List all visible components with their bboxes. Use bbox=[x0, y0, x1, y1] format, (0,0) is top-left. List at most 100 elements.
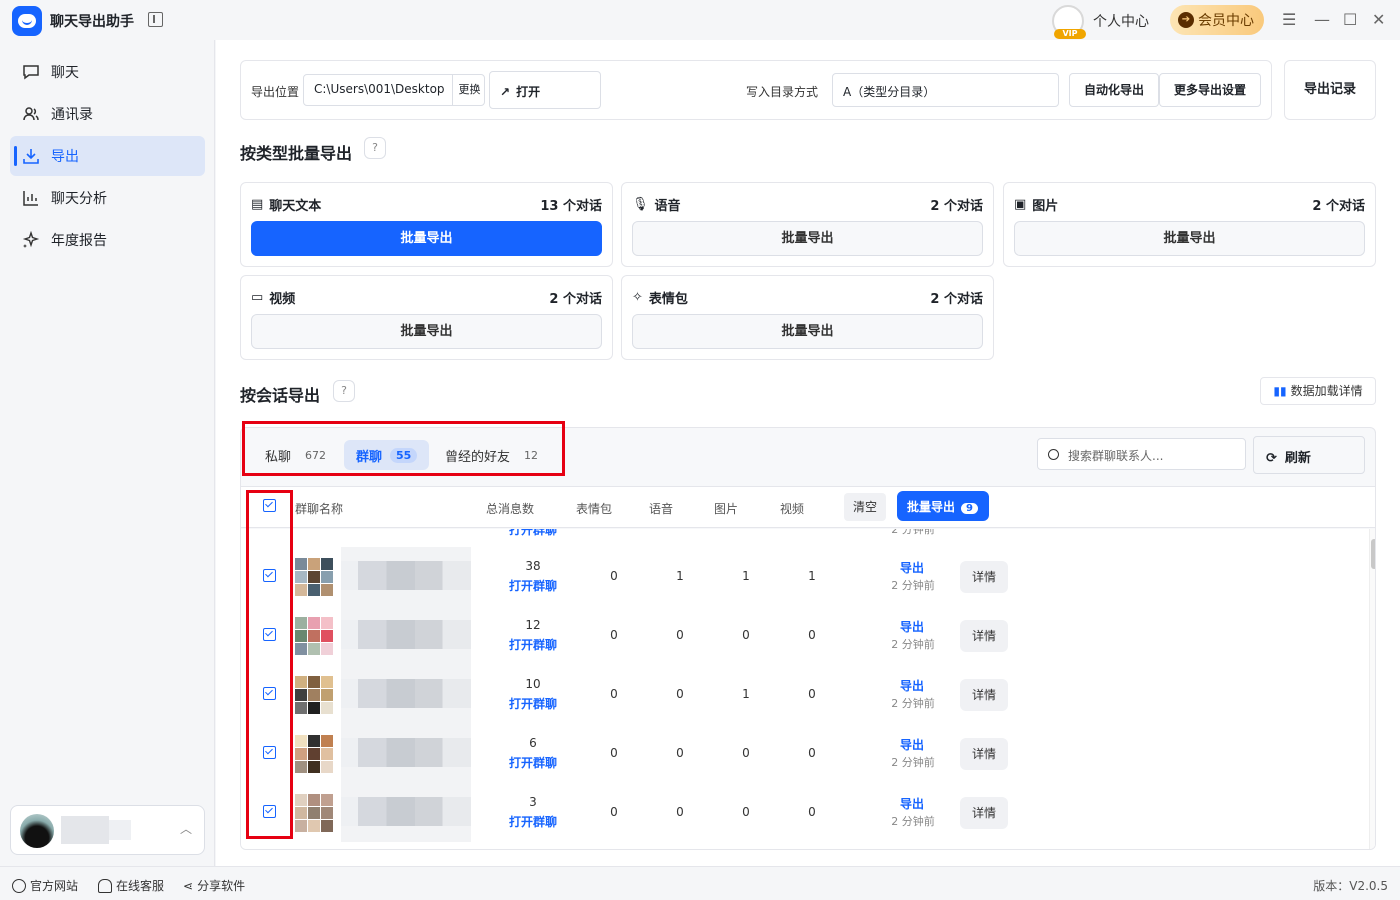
open-group-link[interactable]: 打开群聊 bbox=[493, 577, 573, 594]
personal-center-link[interactable]: 个人中心 bbox=[1093, 11, 1149, 31]
export-link[interactable]: 导出 bbox=[891, 677, 933, 694]
member-center-label: 会员中心 bbox=[1198, 13, 1254, 29]
detail-button[interactable]: 详情 bbox=[960, 738, 1008, 770]
table-row[interactable]: 10 打开群聊 0 0 1 0 导出 2 分钟前 详情 bbox=[241, 665, 1369, 724]
sidebar-collapse-icon[interactable] bbox=[148, 12, 163, 27]
open-group-link[interactable]: 打开群聊 bbox=[493, 636, 573, 653]
sidebar-item-analysis[interactable]: 聊天分析 bbox=[10, 178, 205, 218]
table-row[interactable]: 3 打开群聊 0 0 0 0 导出 2 分钟前 详情 bbox=[241, 783, 1369, 842]
column-header-total: 总消息数 bbox=[486, 502, 535, 516]
sparkle-icon bbox=[22, 230, 40, 249]
open-folder-button[interactable]: ↗ 打开 bbox=[489, 71, 601, 109]
detail-button[interactable]: 详情 bbox=[960, 797, 1008, 829]
group-avatar bbox=[295, 617, 333, 655]
scrollbar-thumb[interactable] bbox=[1371, 539, 1375, 569]
export-link[interactable]: 导出 bbox=[891, 618, 933, 635]
export-location-label: 导出位置 bbox=[251, 85, 300, 99]
group-avatar bbox=[295, 558, 333, 596]
sidebar-item-label: 导出 bbox=[51, 149, 79, 165]
support-label: 在线客服 bbox=[116, 879, 165, 893]
batch-export-image-button[interactable]: 批量导出 bbox=[1014, 221, 1365, 256]
clear-selection-button[interactable]: 清空 bbox=[844, 493, 886, 521]
blurred-username bbox=[109, 820, 131, 840]
sidebar-item-annual-report[interactable]: 年度报告 bbox=[10, 220, 205, 260]
close-icon[interactable]: ✕ bbox=[1372, 10, 1385, 29]
open-group-link[interactable]: 打开群聊 bbox=[493, 754, 573, 771]
table-row[interactable]: 6 打开群聊 0 0 0 0 导出 2 分钟前 详情 bbox=[241, 724, 1369, 783]
minimize-icon[interactable]: — bbox=[1314, 10, 1330, 29]
export-icon bbox=[22, 147, 40, 165]
group-chat-list: 打开群聊 2 分钟前 38 打开群聊 0 1 1 1 导出 2 分钟前 详情 1… bbox=[241, 529, 1375, 849]
video-count: 0 bbox=[808, 687, 816, 701]
export-link[interactable]: 导出 bbox=[891, 795, 933, 812]
bulk-export-button[interactable]: 批量导出 9 bbox=[897, 491, 989, 521]
sidebar-item-contacts[interactable]: 通讯录 bbox=[10, 94, 205, 134]
image-count: 1 bbox=[742, 569, 750, 583]
batch-export-emoji-button[interactable]: 批量导出 bbox=[632, 314, 983, 349]
user-profile-card[interactable]: ︿ bbox=[10, 805, 205, 855]
external-link-icon: ↗ bbox=[500, 85, 511, 99]
vertical-scrollbar[interactable] bbox=[1369, 529, 1375, 849]
search-input[interactable]: 搜索群聊联系人... bbox=[1037, 438, 1246, 470]
column-header-emoji: 表情包 bbox=[576, 502, 613, 516]
member-center-button[interactable]: ➔ 会员中心 bbox=[1170, 5, 1264, 35]
share-label: 分享软件 bbox=[197, 879, 246, 893]
session-panel: 私聊 672 群聊 55 曾经的好友 12 搜索群聊联系人... ⟳ 刷新 群聊名称 总… bbox=[240, 427, 1376, 850]
help-icon[interactable]: ? bbox=[364, 137, 386, 159]
export-time: 2 分钟前 bbox=[891, 815, 935, 828]
open-group-link[interactable]: 打开群聊 bbox=[493, 529, 573, 538]
change-path-button[interactable]: 更换 bbox=[452, 75, 486, 105]
type-card-video: ▭ 视频 2 个对话 批量导出 bbox=[240, 275, 613, 360]
title-bar: 聊天导出助手 VIP 个人中心 ➔ 会员中心 ☰ — ☐ ✕ bbox=[0, 0, 1400, 40]
export-record-button[interactable]: 导出记录 bbox=[1284, 60, 1376, 120]
total-messages: 38 bbox=[525, 559, 541, 573]
write-mode-label: 写入目录方式 bbox=[746, 85, 819, 99]
help-icon[interactable]: ? bbox=[333, 380, 355, 402]
detail-button[interactable]: 详情 bbox=[960, 620, 1008, 652]
sidebar-item-export[interactable]: 导出 bbox=[10, 136, 205, 176]
avatar bbox=[20, 814, 54, 848]
voice-count: 0 bbox=[676, 687, 684, 701]
open-group-link[interactable]: 打开群聊 bbox=[493, 813, 573, 830]
voice-count: 1 bbox=[676, 569, 684, 583]
more-export-settings-button[interactable]: 更多导出设置 bbox=[1159, 73, 1261, 107]
refresh-button[interactable]: ⟳ 刷新 bbox=[1253, 436, 1365, 474]
blurred-username bbox=[61, 816, 109, 844]
bulk-export-count: 9 bbox=[961, 503, 978, 514]
emoji-count: 0 bbox=[610, 569, 618, 583]
table-header: 群聊名称 总消息数 表情包 语音 图片 视频 清空 批量导出 9 bbox=[241, 486, 1375, 528]
write-mode-select[interactable]: A（类型分目录） bbox=[832, 73, 1059, 107]
menu-icon[interactable]: ☰ bbox=[1282, 10, 1296, 29]
export-path-field[interactable]: C:\Users\001\Desktop 更换 bbox=[303, 74, 485, 106]
arrow-right-icon: ➔ bbox=[1178, 12, 1194, 28]
sidebar-item-chat[interactable]: 聊天 bbox=[10, 52, 205, 92]
group-avatar bbox=[295, 735, 333, 773]
open-group-link[interactable]: 打开群聊 bbox=[493, 695, 573, 712]
maximize-icon[interactable]: ☐ bbox=[1343, 10, 1357, 29]
total-messages: 6 bbox=[529, 736, 537, 750]
share-software-link[interactable]: ⋖ 分享软件 bbox=[183, 877, 245, 894]
table-row[interactable]: 38 打开群聊 0 1 1 1 导出 2 分钟前 详情 bbox=[241, 547, 1369, 606]
type-name: 聊天文本 bbox=[269, 199, 322, 214]
data-load-details-button[interactable]: ▮▮ 数据加载详情 bbox=[1260, 377, 1376, 405]
batch-export-voice-button[interactable]: 批量导出 bbox=[632, 221, 983, 256]
blurred-group-name bbox=[341, 665, 471, 724]
emoji-count: 0 bbox=[610, 687, 618, 701]
detail-button[interactable]: 详情 bbox=[960, 679, 1008, 711]
export-link[interactable]: 导出 bbox=[891, 736, 933, 753]
table-row[interactable]: 12 打开群聊 0 0 0 0 导出 2 分钟前 详情 bbox=[241, 606, 1369, 665]
type-card-image: ▣ 图片 2 个对话 批量导出 bbox=[1003, 182, 1376, 267]
export-link[interactable]: 导出 bbox=[891, 559, 933, 576]
auto-export-button[interactable]: 自动化导出 bbox=[1069, 73, 1159, 107]
detail-button[interactable]: 详情 bbox=[960, 561, 1008, 593]
export-time: 2 分钟前 bbox=[891, 638, 935, 651]
chart-icon bbox=[22, 189, 40, 207]
vip-avatar[interactable]: VIP bbox=[1052, 5, 1086, 39]
emoji-count: 0 bbox=[610, 805, 618, 819]
batch-export-text-button[interactable]: 批量导出 bbox=[251, 221, 602, 256]
batch-export-video-button[interactable]: 批量导出 bbox=[251, 314, 602, 349]
total-messages: 3 bbox=[529, 795, 537, 809]
official-website-link[interactable]: 官方网站 bbox=[12, 877, 78, 894]
document-icon: ▤ bbox=[251, 197, 264, 212]
online-support-link[interactable]: 在线客服 bbox=[98, 877, 164, 894]
